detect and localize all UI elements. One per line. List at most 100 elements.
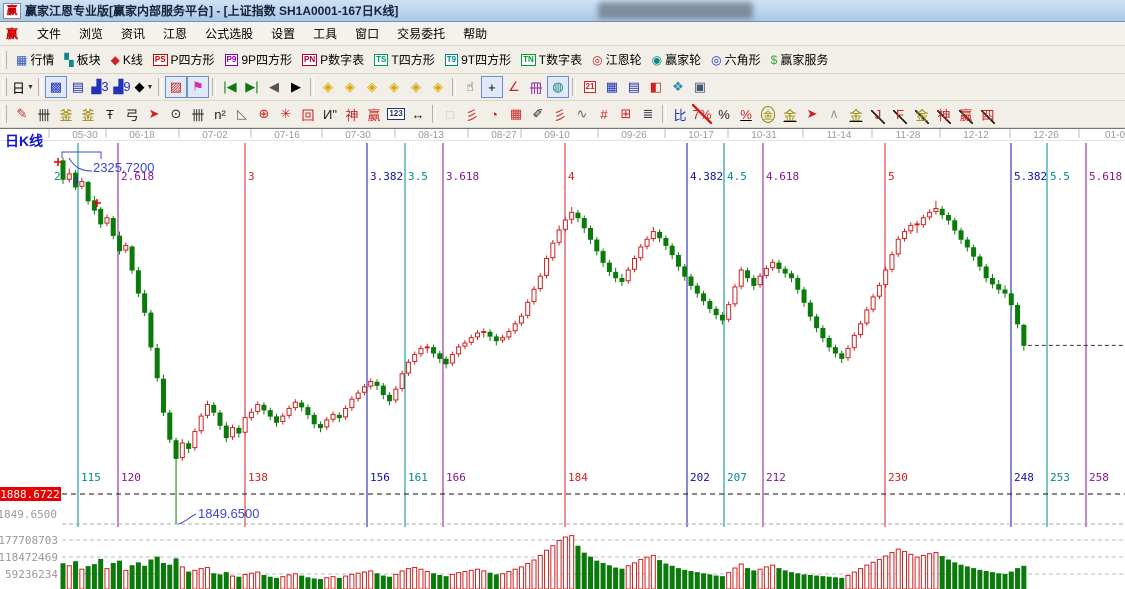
menu-item-设置[interactable]: 设置	[262, 24, 304, 44]
grid-square-button[interactable]: ▦	[506, 104, 526, 124]
info-panel-button[interactable]: ▤	[68, 77, 88, 97]
period-day-button[interactable]: 日▼	[12, 77, 34, 97]
diamond-left-right-button[interactable]: ◈	[384, 77, 404, 97]
candle-style-dropdown-icon[interactable]: ▼	[146, 84, 153, 91]
calendar-21-button[interactable]: 21	[580, 77, 600, 97]
width-arrows-button[interactable]: ↔	[408, 104, 428, 124]
zigzag-button[interactable]: ∿	[572, 104, 592, 124]
wave-mark-button[interactable]: И"	[320, 104, 340, 124]
arc-square-button[interactable]: ◔	[484, 104, 504, 124]
compass-pencil-button[interactable]: ✎	[12, 104, 32, 124]
t9-square-button[interactable]: T99T四方形	[440, 49, 516, 70]
menu-item-帮助[interactable]: 帮助	[454, 24, 496, 44]
diamond-left-button[interactable]: ◈	[318, 77, 338, 97]
ruler-123-button[interactable]: 123	[386, 104, 406, 124]
protractor-button[interactable]: ◺	[232, 104, 252, 124]
last-page-button[interactable]: ▶|	[242, 77, 262, 97]
winner-wheel-button[interactable]: ◉赢家轮	[647, 49, 707, 70]
winner-service-button[interactable]: $赢家服务	[766, 49, 834, 70]
menu-item-公式选股[interactable]: 公式选股	[196, 24, 262, 44]
p-square-button[interactable]: PSP四方形	[148, 49, 220, 70]
rocket-2-button[interactable]: ➤	[802, 104, 822, 124]
menu-item-江恩[interactable]: 江恩	[154, 24, 196, 44]
t-number-table-button[interactable]: TNT数字表	[516, 49, 587, 70]
p-number-table-button[interactable]: PNP数字表	[297, 49, 369, 70]
pencil-button[interactable]: ✐	[528, 104, 548, 124]
grid-red-button[interactable]: #	[594, 104, 614, 124]
menu-item-交易委托[interactable]: 交易委托	[388, 24, 454, 44]
prev-button[interactable]: ◀	[264, 77, 284, 97]
jin-grid-1-button[interactable]: 釜	[56, 104, 76, 124]
title-bar[interactable]: 赢 赢家江恩专业版[赢家内部服务平台] - [上证指数 SH1A0001-167…	[0, 0, 1125, 22]
bars-9-button[interactable]: ▟9	[112, 77, 132, 97]
angle-tool-button[interactable]: ∠	[504, 77, 524, 97]
pattern-tool-button[interactable]: ▨	[166, 77, 186, 97]
workstation-button[interactable]: ▣	[690, 77, 710, 97]
jin-line-button[interactable]: 金	[780, 104, 800, 124]
jin-circle-button[interactable]: 金	[758, 104, 778, 124]
bars-3-button[interactable]: ▟3	[90, 77, 110, 97]
sectors-button[interactable]: ▚板块	[59, 49, 105, 70]
hash-lines-button[interactable]: 卌	[34, 104, 54, 124]
memo-button[interactable]: ▤	[624, 77, 644, 97]
time-circle-button[interactable]: ⊙	[166, 104, 186, 124]
toolbar-grip[interactable]	[2, 51, 7, 69]
kline-button[interactable]: ◆K线	[106, 49, 148, 70]
square-circle-button[interactable]: 回	[298, 104, 318, 124]
next-button[interactable]: ▶	[286, 77, 306, 97]
j-angle-button[interactable]: J	[868, 104, 888, 124]
diamond-expand-button[interactable]: ◈	[428, 77, 448, 97]
crosshair-button[interactable]: +	[482, 77, 502, 97]
toolbar-grip[interactable]	[2, 105, 7, 123]
hexagon-button[interactable]: ◎六角形	[706, 49, 766, 70]
first-page-button[interactable]: |◀	[220, 77, 240, 97]
flag-filter-button[interactable]: ⚑	[188, 77, 208, 97]
menu-item-文件[interactable]: 文件	[28, 24, 70, 44]
gann-wheel-button[interactable]: ◎江恩轮	[587, 49, 647, 70]
n-squared-button[interactable]: n²	[210, 104, 230, 124]
ying-grid-button[interactable]: 赢	[364, 104, 384, 124]
star-square-button[interactable]: ✳	[276, 104, 296, 124]
shen-grid-button[interactable]: 神	[342, 104, 362, 124]
p9-square-button[interactable]: P99P四方形	[220, 49, 297, 70]
t-square-button[interactable]: TST四方形	[369, 49, 440, 70]
chart-window-button[interactable]: ▩	[46, 77, 66, 97]
brain-tool-button[interactable]: ◍	[548, 77, 568, 97]
jin-grid-2-button[interactable]: 釜	[78, 104, 98, 124]
menu-item-浏览[interactable]: 浏览	[70, 24, 112, 44]
grid-tool-button[interactable]: 冊	[526, 77, 546, 97]
si-angle-button[interactable]: 四	[978, 104, 998, 124]
shen-angle-button[interactable]: 神	[934, 104, 954, 124]
percent-cut-button[interactable]: 7%	[692, 104, 712, 124]
spiral-button[interactable]: 弓	[122, 104, 142, 124]
three-lines-button[interactable]: ≣	[638, 104, 658, 124]
rocket-button[interactable]: ➤	[144, 104, 164, 124]
diamond-up-down-button[interactable]: ◈	[362, 77, 382, 97]
gann-fan-button[interactable]: 彡	[462, 104, 482, 124]
grid-red-dot-button[interactable]: ⊞	[616, 104, 636, 124]
toolbar-grip[interactable]	[2, 78, 7, 96]
quotes-button[interactable]: ▦行情	[11, 49, 59, 70]
ying-angle-button[interactable]: 赢	[956, 104, 976, 124]
period-day-dropdown-icon[interactable]: ▼	[27, 84, 34, 91]
menu-item-窗口[interactable]: 窗口	[346, 24, 388, 44]
jin-angle-button[interactable]: 金	[912, 104, 932, 124]
gann-circle-button[interactable]: ⊕	[254, 104, 274, 124]
diamond-right-button[interactable]: ◈	[340, 77, 360, 97]
jin-underline-button[interactable]: 金	[846, 104, 866, 124]
menu-item-资讯[interactable]: 资讯	[112, 24, 154, 44]
hash-lines-2-button[interactable]: 卌	[188, 104, 208, 124]
pan-hand-button[interactable]: ☝	[460, 77, 480, 97]
menu-item-工具[interactable]: 工具	[304, 24, 346, 44]
export-disk-button[interactable]: ❖	[668, 77, 688, 97]
save-button[interactable]: ◧	[646, 77, 666, 97]
diamond-all-button[interactable]: ◈	[406, 77, 426, 97]
calculator-button[interactable]: ▦	[602, 77, 622, 97]
f-grid-button[interactable]: Ŧ	[100, 104, 120, 124]
child-window-icon[interactable]: 赢	[4, 27, 20, 41]
ratio-bars-button[interactable]: 比	[670, 104, 690, 124]
f-angle-button[interactable]: F	[890, 104, 910, 124]
candle-style-button[interactable]: ◆▼	[134, 77, 154, 97]
fan-2-button[interactable]: 彡	[550, 104, 570, 124]
percent-line-button[interactable]: %	[736, 104, 756, 124]
